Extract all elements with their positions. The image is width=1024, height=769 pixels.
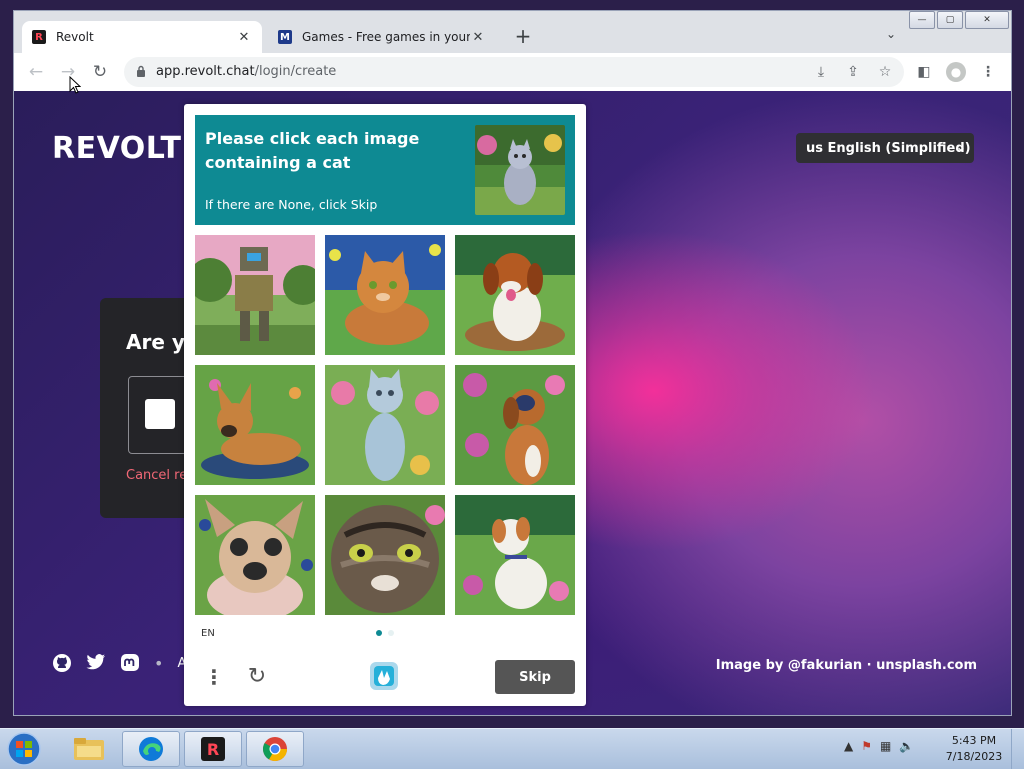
revolt-logo: REVOLT — [52, 131, 182, 166]
address-bar[interactable]: app.revolt.chat/login/create ⤓ ⇪ ☆ — [124, 57, 904, 87]
captcha-header: Please click each image containing a cat… — [195, 115, 575, 225]
mouse-cursor-icon — [69, 76, 81, 94]
url-text: app.revolt.chat/login/create — [156, 64, 336, 79]
reload-icon[interactable]: ↻ — [90, 62, 110, 82]
show-hidden-icons-icon[interactable]: ▲ — [844, 739, 853, 753]
checkbox[interactable] — [145, 399, 175, 429]
bookmark-star-icon[interactable]: ☆ — [876, 63, 894, 81]
image-credit[interactable]: Image by @fakurian · unsplash.com — [716, 658, 977, 673]
tab-title: Games - Free games in your brow — [302, 30, 470, 44]
captcha-prompt: Please click each image containing a cat — [205, 129, 420, 172]
captcha-tile-dog[interactable] — [195, 365, 315, 485]
chrome-icon[interactable] — [246, 731, 304, 767]
side-panel-icon[interactable]: ◧ — [914, 62, 934, 82]
volume-muted-icon[interactable]: 🔈 — [899, 739, 914, 753]
tab-close-icon[interactable]: ✕ — [236, 30, 252, 45]
captcha-dialog: Please click each image containing a cat… — [184, 104, 586, 706]
skip-button[interactable]: Skip — [495, 660, 575, 694]
twitter-icon[interactable] — [86, 653, 106, 673]
captcha-tile-cat[interactable] — [325, 495, 445, 615]
captcha-tile-dog[interactable] — [195, 495, 315, 615]
footer-links: • A — [52, 653, 186, 673]
action-center-flag-icon[interactable]: ⚑ — [861, 739, 872, 753]
captcha-tile-dog[interactable] — [455, 495, 575, 615]
captcha-page-indicator — [376, 630, 394, 636]
captcha-tile-cat[interactable] — [325, 365, 445, 485]
network-icon[interactable]: ▦ — [880, 739, 891, 753]
file-explorer-icon[interactable] — [60, 731, 118, 767]
minimize-button[interactable]: — — [909, 11, 935, 29]
share-icon[interactable]: ⇪ — [844, 63, 862, 81]
taskbar-clock[interactable]: 5:43 PM 7/18/2023 — [942, 733, 1006, 765]
captcha-tile-dog[interactable] — [455, 365, 575, 485]
clock-date: 7/18/2023 — [945, 750, 1003, 763]
language-select-value: us English (Simplified) — [806, 140, 971, 156]
tab-games[interactable]: M Games - Free games in your brow ✕ — [268, 21, 496, 53]
cancel-link[interactable]: Cancel re — [126, 468, 187, 483]
separator-dot-icon: • — [154, 653, 164, 673]
edge-icon[interactable] — [122, 731, 180, 767]
captcha-menu-icon[interactable]: ⋮ — [204, 664, 224, 690]
github-icon[interactable] — [52, 653, 72, 673]
profile-avatar-icon[interactable]: ● — [946, 62, 966, 82]
svg-text:R: R — [207, 740, 219, 759]
window-controls: — ▢ ✕ — [909, 11, 1009, 29]
chevron-down-icon: ⌄ — [955, 140, 966, 154]
system-tray: ▲ ⚑ ▦ 🔈 — [844, 739, 914, 753]
captcha-subtext: If there are None, click Skip — [205, 197, 378, 212]
browser-toolbar: ← → ↻ app.revolt.chat/login/create ⤓ ⇪ ☆… — [14, 53, 1011, 91]
maximize-button[interactable]: ▢ — [937, 11, 963, 29]
tab-close-icon[interactable]: ✕ — [470, 30, 486, 45]
language-select[interactable]: us English (Simplified) ⌄ — [796, 133, 974, 163]
captcha-tile-robot[interactable] — [195, 235, 315, 355]
page-dot — [388, 630, 394, 636]
install-app-icon[interactable]: ⤓ — [812, 63, 830, 81]
tab-search-chevron-icon[interactable]: ⌄ — [886, 27, 896, 41]
windows-taskbar: R ▲ ⚑ ▦ 🔈 5:43 PM 7/18/2023 — [0, 728, 1024, 769]
captcha-tile-dog[interactable] — [455, 235, 575, 355]
tab-revolt[interactable]: R Revolt ✕ — [22, 21, 262, 53]
start-button[interactable] — [4, 731, 44, 767]
msn-games-favicon-icon: M — [278, 30, 292, 44]
clock-time: 5:43 PM — [951, 734, 997, 747]
captcha-language[interactable]: EN — [201, 628, 215, 639]
url-path: /login/create — [254, 64, 337, 79]
captcha-tile-cat[interactable] — [325, 235, 445, 355]
new-tab-button[interactable]: + — [512, 25, 534, 47]
reference-image — [475, 125, 565, 215]
mastodon-icon[interactable] — [120, 653, 140, 673]
menu-kebab-icon[interactable]: ⋮ — [978, 62, 998, 82]
back-arrow-icon[interactable]: ← — [26, 62, 46, 82]
hcaptcha-logo-icon — [370, 662, 398, 690]
revolt-favicon-icon: R — [32, 30, 46, 44]
show-desktop-button[interactable] — [1011, 729, 1024, 769]
close-window-button[interactable]: ✕ — [965, 11, 1009, 29]
refresh-icon[interactable]: ↻ — [244, 664, 270, 690]
tab-strip: R Revolt ✕ M Games - Free games in your … — [14, 11, 1011, 53]
captcha-footer: ⋮ ↻ Skip — [184, 648, 586, 706]
revolt-icon[interactable]: R — [184, 731, 242, 767]
tab-title: Revolt — [56, 30, 94, 44]
page-dot-active — [376, 630, 382, 636]
lock-icon — [137, 65, 145, 77]
url-host: app.revolt.chat — [156, 64, 255, 79]
